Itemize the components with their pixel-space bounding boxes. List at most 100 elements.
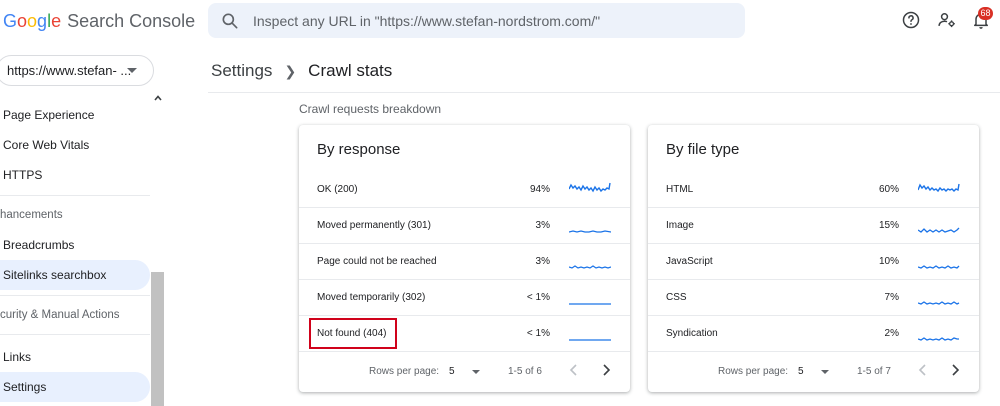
sidebar-scrollbar[interactable]: [151, 272, 164, 406]
section-label: Crawl requests breakdown: [299, 102, 442, 116]
rows-per-page-select[interactable]: 5: [798, 366, 804, 377]
breadcrumb: Settings ❯ Crawl stats: [211, 61, 392, 81]
sidebar-item-settings[interactable]: Settings: [0, 372, 150, 402]
product-name: Search Console: [67, 11, 196, 31]
logo-letter: o: [17, 11, 28, 31]
sidebar-divider: [0, 195, 150, 196]
table-row[interactable]: Moved permanently (301) 3%: [299, 208, 630, 244]
sidebar-divider: [0, 334, 150, 335]
rows-per-page-label: Rows per page:: [369, 366, 440, 377]
rows-per-page-select[interactable]: 5: [449, 366, 455, 377]
card-title: By file type: [666, 141, 740, 158]
table-row[interactable]: Page could not be reached 3%: [299, 244, 630, 280]
logo-letter: g: [37, 11, 48, 31]
sparkline-chart: [918, 301, 960, 305]
search-placeholder: Inspect any URL in "https://www.stefan-n…: [253, 12, 601, 29]
by-response-card: By response OK (200) 94% Moved permanent…: [299, 125, 630, 392]
row-percent: 15%: [878, 220, 899, 231]
sidebar-item-label: Links: [3, 350, 32, 364]
search-console-logo[interactable]: Google Search Console: [3, 11, 195, 32]
row-percent: 3%: [535, 220, 550, 231]
sidebar-item-label: Settings: [3, 380, 47, 394]
sidebar-section-enhancements[interactable]: hancements: [0, 209, 63, 221]
row-name: HTML: [666, 184, 694, 195]
table-row[interactable]: OK (200) 94%: [299, 172, 630, 208]
manage-accounts-icon[interactable]: [937, 10, 957, 30]
sparkline-chart: [569, 303, 611, 305]
next-page-icon[interactable]: [601, 364, 611, 376]
sidebar-item-page-experience[interactable]: Page Experience: [0, 100, 150, 130]
sidebar-item-label: HTTPS: [3, 168, 43, 182]
card-title: By response: [317, 141, 401, 158]
sparkline-chart: [918, 227, 960, 233]
row-percent: 60%: [878, 184, 899, 195]
table-row[interactable]: CSS 7%: [648, 280, 979, 316]
sidebar-item-breadcrumbs[interactable]: Breadcrumbs: [0, 230, 150, 260]
scroll-up-icon[interactable]: [153, 93, 163, 103]
sidebar-item-label: Sitelinks searchbox: [3, 268, 107, 282]
sidebar-section-security[interactable]: curity & Manual Actions: [0, 309, 120, 321]
chevron-down-icon: [127, 68, 137, 73]
row-name: Moved permanently (301): [317, 220, 431, 231]
row-percent: < 1%: [526, 328, 550, 339]
row-percent: < 1%: [526, 292, 550, 303]
page-title: Crawl stats: [308, 61, 393, 80]
row-percent: 3%: [535, 256, 550, 267]
chevron-right-icon: ❯: [284, 62, 297, 79]
url-inspection-search[interactable]: Inspect any URL in "https://www.stefan-n…: [208, 3, 745, 38]
row-name: JavaScript: [666, 256, 713, 267]
row-percent: 10%: [878, 256, 899, 267]
table-row[interactable]: JavaScript 10%: [648, 244, 979, 280]
sidebar-item-core-web-vitals[interactable]: Core Web Vitals: [0, 130, 150, 160]
logo-letter: G: [3, 11, 18, 31]
table-row[interactable]: HTML 60%: [648, 172, 979, 208]
sidebar-item-https[interactable]: HTTPS: [0, 160, 150, 190]
previous-page-icon[interactable]: [569, 364, 579, 376]
sparkline-chart: [569, 339, 611, 341]
previous-page-icon[interactable]: [918, 364, 928, 376]
page-range: 1-5 of 7: [857, 366, 891, 377]
sparkline-chart: [918, 337, 959, 341]
by-file-type-card: By file type HTML 60% Image 15% JavaScri…: [648, 125, 979, 392]
search-icon: [222, 13, 238, 28]
sparkline-chart: [569, 230, 611, 233]
row-name: Syndication: [666, 328, 718, 339]
breadcrumb-settings-link[interactable]: Settings: [211, 61, 272, 81]
property-selector[interactable]: https://www.stefan- ...: [0, 55, 154, 86]
row-percent: 7%: [884, 292, 899, 303]
pagination: Rows per page: 5 1-5 of 7: [648, 355, 979, 385]
help-icon[interactable]: [901, 10, 921, 30]
sidebar-item-links[interactable]: Links: [0, 342, 150, 372]
row-percent: 94%: [529, 184, 550, 195]
sidebar-divider: [0, 295, 150, 296]
sidebar-item-label: Core Web Vitals: [3, 138, 90, 152]
row-percent: 2%: [884, 328, 899, 339]
annotation-highlight-box: [309, 318, 397, 349]
logo-letter: o: [27, 11, 38, 31]
sparkline-chart: [569, 265, 611, 269]
row-name: Image: [666, 220, 694, 231]
next-page-icon[interactable]: [950, 364, 960, 376]
logo-letter: e: [51, 11, 62, 31]
sparkline-chart: [918, 183, 960, 193]
rows-per-page-label: Rows per page:: [718, 366, 789, 377]
row-name: CSS: [666, 292, 687, 303]
header-divider: [208, 92, 1000, 93]
notification-count-badge: 68: [978, 7, 993, 20]
table-row[interactable]: Syndication 2%: [648, 316, 979, 352]
table-row[interactable]: Image 15%: [648, 208, 979, 244]
pagination: Rows per page: 5 1-5 of 6: [299, 355, 630, 385]
page-range: 1-5 of 6: [508, 366, 542, 377]
row-name: Moved temporarily (302): [317, 292, 426, 303]
sparkline-chart: [918, 265, 960, 269]
table-row[interactable]: Moved temporarily (302) < 1%: [299, 280, 630, 316]
sidebar: https://www.stefan- ... Page Experience …: [0, 44, 164, 406]
sidebar-item-label: Page Experience: [3, 108, 95, 122]
dropdown-arrow-icon[interactable]: [472, 370, 480, 374]
top-bar: Google Search Console Inspect any URL in …: [0, 0, 1000, 44]
property-url: https://www.stefan- ...: [7, 63, 132, 78]
sidebar-item-sitelinks-searchbox[interactable]: Sitelinks searchbox: [0, 260, 150, 290]
sparkline-chart: [569, 182, 611, 193]
row-name: Page could not be reached: [317, 256, 437, 267]
dropdown-arrow-icon[interactable]: [821, 370, 829, 374]
